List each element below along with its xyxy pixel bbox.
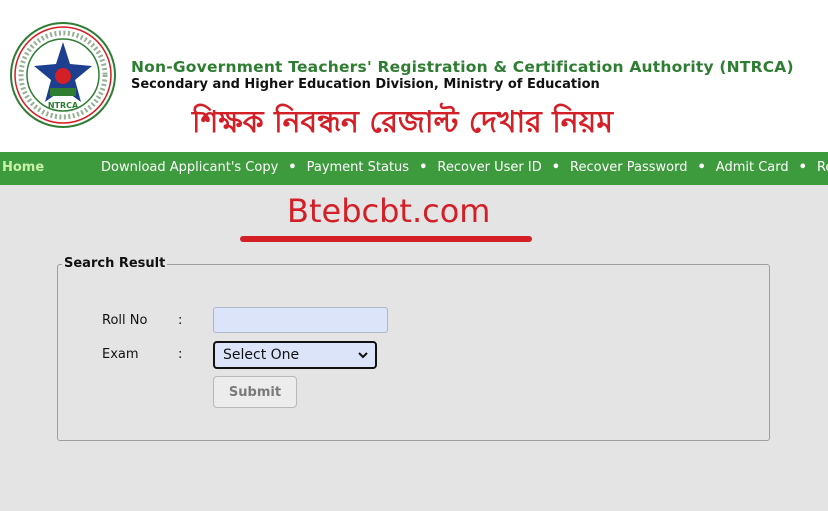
nav-payment-status[interactable]: Payment Status xyxy=(307,160,409,175)
exam-select[interactable]: Select One xyxy=(213,341,377,369)
nav-list: Download Applicant's Copy • Payment Stat… xyxy=(101,160,828,175)
nav-separator: • xyxy=(419,160,428,175)
roll-no-label: Roll No xyxy=(102,313,148,328)
logo-text: NTRCA xyxy=(48,101,79,110)
exam-colon: : xyxy=(178,347,183,362)
nav-results[interactable]: Results xyxy=(817,160,828,175)
search-result-legend: Search Result xyxy=(62,256,168,271)
watermark-underline xyxy=(240,236,532,242)
nav-download-applicants-copy[interactable]: Download Applicant's Copy xyxy=(101,160,278,175)
nav-separator: • xyxy=(551,160,561,175)
nav-separator: • xyxy=(798,160,807,175)
nav-admit-card[interactable]: Admit Card xyxy=(716,160,789,175)
nav-home-link[interactable]: Home xyxy=(2,160,44,175)
main-nav: Home Download Applicant's Copy • Payment… xyxy=(0,152,828,185)
watermark-text: Btebcbt.com xyxy=(287,192,491,230)
org-subtitle: Secondary and Higher Education Division,… xyxy=(131,77,600,92)
bangla-headline: শিক্ষক নিবন্ধন রেজাল্ট দেখার নিয়ম xyxy=(192,105,614,140)
submit-button[interactable]: Submit xyxy=(213,376,297,408)
page-header: NTRCA Non-Government Teachers' Registrat… xyxy=(0,0,828,152)
nav-recover-user-id[interactable]: Recover User ID xyxy=(437,160,541,175)
roll-no-colon: : xyxy=(178,313,183,328)
search-result-fieldset: Search Result Roll No : Exam : Select On… xyxy=(57,256,770,441)
roll-no-input[interactable] xyxy=(213,307,388,333)
nav-recover-password[interactable]: Recover Password xyxy=(570,160,687,175)
nav-separator: • xyxy=(697,160,706,175)
org-title: Non-Government Teachers' Registration & … xyxy=(131,58,794,76)
ntrca-logo-icon: NTRCA xyxy=(10,22,116,128)
exam-label: Exam xyxy=(102,347,139,362)
chevron-down-icon xyxy=(358,352,368,359)
nav-separator: • xyxy=(288,160,297,175)
exam-selected-value: Select One xyxy=(223,347,300,363)
